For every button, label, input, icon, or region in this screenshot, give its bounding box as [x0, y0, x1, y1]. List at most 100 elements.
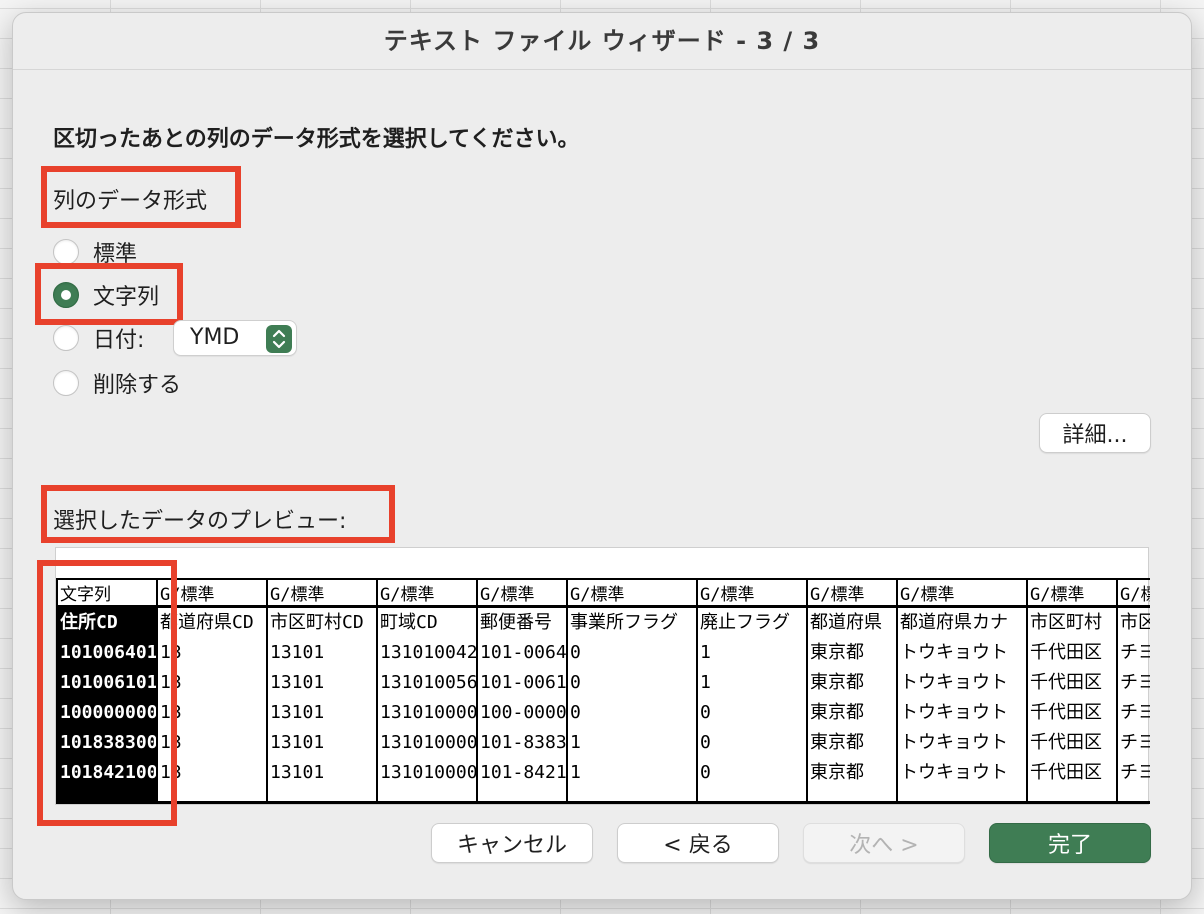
radio-label-skip: 削除する	[93, 373, 182, 398]
preview-cell: 101006401	[60, 642, 156, 663]
preview-cell: 都道府県カナ	[900, 612, 1008, 633]
preview-column[interactable]: G/標準 都道府県 東京都 東京都 東京都 東京都 東京都	[806, 578, 896, 804]
preview-cell: 東京都	[810, 702, 864, 723]
preview-column-format: G/標準	[568, 578, 696, 608]
preview-cell: 東京都	[810, 672, 864, 693]
preview-cell: 101006101	[60, 672, 156, 693]
radio-button[interactable]	[53, 239, 79, 265]
preview-cell: 千代田区	[1030, 762, 1102, 783]
preview-cell: 13	[160, 672, 182, 693]
preview-cell: 13101	[270, 642, 325, 663]
preview-cell: チヨ	[1120, 642, 1150, 663]
preview-column-format: G/標準	[808, 578, 896, 608]
preview-column[interactable]: G/標準 市区町村CD 13101 13101 13101 13101 13101	[266, 578, 376, 804]
text-import-wizard-dialog: テキスト ファイル ウィザード - 3 / 3 区切ったあとの列のデータ形式を選…	[12, 12, 1192, 900]
preview-column[interactable]: G/標準 事業所フラグ 0 0 0 1 1	[566, 578, 696, 804]
preview-cell: 東京都	[810, 762, 864, 783]
preview-cell: 千代田区	[1030, 672, 1102, 693]
radio-option-date[interactable]: 日付:	[53, 321, 144, 355]
preview-cell: 都道府県CD	[160, 612, 254, 633]
preview-cell: 13101	[270, 732, 325, 753]
preview-cell: チヨ	[1120, 762, 1150, 783]
radio-label-date: 日付:	[93, 328, 145, 353]
preview-cell: 東京都	[810, 732, 864, 753]
next-button: 次へ >	[803, 823, 965, 863]
preview-cell: 101-8421	[480, 762, 566, 783]
preview-column[interactable]: G/標準 都道府県CD 13 13 13 13 13	[156, 578, 266, 804]
preview-cell: 13	[160, 732, 182, 753]
preview-cell: 1	[570, 732, 581, 753]
preview-column[interactable]: G/標準都道府県カナ トウキョウト トウキョウト トウキョウト トウキョウト トウキョウト	[896, 578, 1026, 804]
radio-label-general: 標準	[93, 242, 138, 267]
title-divider	[13, 69, 1191, 70]
preview-cell: 市区町村	[1030, 612, 1102, 633]
preview-cell: トウキョウト	[900, 702, 1008, 723]
preview-cell: 0	[570, 642, 581, 663]
data-preview-panel[interactable]: 文字列 住所CD 101006401 101006101 100000000 101838…	[55, 547, 1150, 805]
preview-column[interactable]: 文字列 住所CD 101006401 101006101 100000000 101838…	[56, 578, 156, 804]
finish-button[interactable]: 完了	[989, 823, 1151, 863]
preview-column[interactable]: G/標準 廃止フラグ 1 1 0 0 0	[696, 578, 806, 804]
preview-cell: 101842100	[60, 762, 156, 783]
preview-column-format: G/標準	[478, 578, 566, 608]
radio-label-text: 文字列	[93, 285, 160, 310]
preview-column-format: 文字列	[58, 578, 156, 608]
radio-button[interactable]	[53, 325, 79, 351]
preview-cell: トウキョウト	[900, 642, 1008, 663]
preview-cell: 町域CD	[380, 612, 438, 633]
preview-cell: 13	[160, 762, 182, 783]
preview-cell: トウキョウト	[900, 672, 1008, 693]
preview-cell: 1	[570, 762, 581, 783]
preview-cell: 0	[700, 732, 711, 753]
preview-column[interactable]: G/標市区チヨチヨチヨチヨチヨ	[1116, 578, 1150, 804]
preview-column-format: G/標	[1118, 578, 1150, 608]
cancel-button[interactable]: キャンセル	[431, 823, 593, 863]
radio-button-selected[interactable]	[53, 282, 79, 308]
preview-table[interactable]: 文字列 住所CD 101006401 101006101 100000000 101838…	[56, 578, 1150, 804]
preview-cell: 東京都	[810, 642, 864, 663]
preview-cell: 1	[700, 642, 711, 663]
preview-cell: 住所CD	[60, 612, 118, 633]
preview-cell: 0	[700, 762, 711, 783]
radio-option-text[interactable]: 文字列	[53, 278, 159, 312]
preview-cell: 13101	[270, 762, 325, 783]
preview-cell: 0	[570, 702, 581, 723]
preview-table-bottom-border	[56, 801, 1150, 804]
date-format-select[interactable]: YMD	[173, 320, 297, 356]
preview-cell: 市区	[1120, 612, 1150, 633]
preview-cell: 13101	[270, 672, 325, 693]
preview-column[interactable]: G/標準 市区町村 千代田区 千代田区 千代田区 千代田区 千代田区	[1026, 578, 1116, 804]
preview-cell: チヨ	[1120, 672, 1150, 693]
preview-cell: 100-0000	[480, 702, 566, 723]
preview-column-format: G/標準	[898, 578, 1026, 608]
preview-cell: 100000000	[60, 702, 156, 723]
preview-cell: 131010000	[380, 702, 476, 723]
preview-cell: 郵便番号	[480, 612, 552, 633]
updown-chevron-icon[interactable]	[266, 325, 292, 353]
preview-cell: 廃止フラグ	[700, 612, 790, 633]
preview-cell: 千代田区	[1030, 732, 1102, 753]
preview-cell: トウキョウト	[900, 732, 1008, 753]
preview-cell: 13	[160, 702, 182, 723]
preview-cell: 101-8383	[480, 732, 566, 753]
back-button[interactable]: < 戻る	[617, 823, 779, 863]
preview-column-format: G/標準	[158, 578, 266, 608]
radio-option-general[interactable]: 標準	[53, 235, 137, 269]
preview-column-format: G/標準	[268, 578, 376, 608]
dialog-title: テキスト ファイル ウィザード - 3 / 3	[383, 27, 821, 55]
preview-column-format: G/標準	[698, 578, 806, 608]
preview-cell: 都道府県	[810, 612, 882, 633]
column-format-label: 列のデータ形式	[53, 189, 208, 214]
preview-cell: 0	[700, 702, 711, 723]
preview-cell: 市区町村CD	[270, 612, 364, 633]
preview-column[interactable]: G/標準 郵便番号 101-0064 101-0061 100-0000 101-8383…	[476, 578, 566, 804]
radio-button[interactable]	[53, 370, 79, 396]
preview-cell: 0	[570, 672, 581, 693]
preview-column[interactable]: G/標準 町域CD 131010042 131010056 131010000 13101…	[376, 578, 476, 804]
preview-cell: チヨ	[1120, 732, 1150, 753]
details-button[interactable]: 詳細...	[1039, 413, 1151, 453]
preview-cell: トウキョウト	[900, 762, 1008, 783]
radio-option-skip[interactable]: 削除する	[53, 366, 181, 400]
preview-cell: チヨ	[1120, 702, 1150, 723]
radio-dot-icon	[61, 290, 71, 300]
